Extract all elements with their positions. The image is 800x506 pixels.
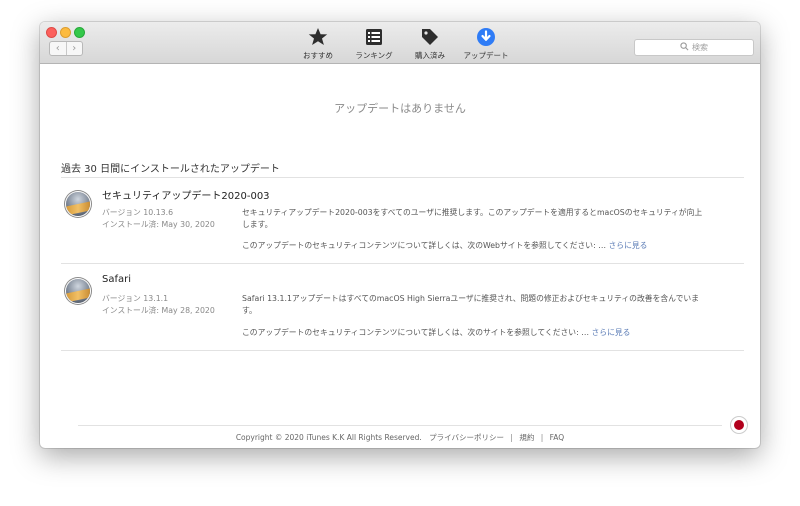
forward-button[interactable]: › — [65, 42, 83, 55]
toolbar-tabs: おすすめ ランキング 購入済み アップデート — [290, 27, 514, 61]
footer-separator: | — [540, 433, 544, 442]
copyright-text: Copyright © 2020 iTunes K.K All Rights R… — [235, 433, 422, 442]
tab-ranking[interactable]: ランキング — [346, 27, 402, 61]
tag-icon — [420, 27, 440, 47]
zoom-window-button[interactable] — [74, 27, 85, 38]
update-installed-date: インストール済: May 28, 2020 — [102, 306, 215, 315]
update-description: Safari 13.1.1アップデートはすべてのmacOS High Sierr… — [242, 294, 699, 315]
divider — [61, 177, 744, 178]
divider — [61, 350, 744, 351]
search-field[interactable]: 検索 — [634, 39, 754, 56]
update-version: バージョン 10.13.6 — [102, 208, 174, 217]
minimize-window-button[interactable] — [60, 27, 71, 38]
update-more-info: このアップデートのセキュリティコンテンツについて詳しくは、次のWebサイトを参照… — [242, 240, 647, 251]
no-updates-message: アップデートはありません — [334, 102, 466, 115]
tab-label: おすすめ — [303, 51, 333, 60]
safari-app-icon — [66, 279, 90, 303]
back-button[interactable]: ‹ — [50, 42, 66, 55]
tab-purchased[interactable]: 購入済み — [402, 27, 458, 61]
update-installed-date: インストール済: May 30, 2020 — [102, 220, 215, 229]
toolbar: ‹ › おすすめ ランキング 購入済み アップデート 検索 — [40, 22, 760, 64]
tab-label: 購入済み — [415, 51, 445, 60]
download-icon — [476, 27, 496, 47]
section-title: 過去 30 日間にインストールされたアップデート — [61, 164, 280, 175]
tab-label: ランキング — [355, 51, 393, 60]
star-icon — [308, 27, 328, 47]
more-link[interactable]: さらに見る — [608, 241, 647, 250]
search-placeholder: 検索 — [692, 43, 708, 52]
list-icon — [365, 27, 383, 47]
update-title[interactable]: セキュリティアップデート2020-003 — [102, 187, 270, 202]
country-flag-button[interactable] — [731, 417, 747, 433]
close-window-button[interactable] — [46, 27, 57, 38]
update-description: セキュリティアップデート2020-003をすべてのユーザに推奨します。このアップ… — [242, 208, 703, 229]
more-link[interactable]: さらに見る — [591, 328, 630, 337]
app-store-window: ‹ › おすすめ ランキング 購入済み アップデート 検索 アップデートはありま… — [40, 22, 760, 448]
tab-label: アップデート — [463, 51, 509, 60]
footer-separator: | — [510, 433, 513, 442]
update-title[interactable]: Safari — [102, 274, 131, 285]
footer-divider — [78, 425, 722, 426]
privacy-policy-link[interactable]: プライバシーポリシー — [429, 433, 504, 442]
search-icon — [680, 42, 689, 53]
history-nav: ‹ › — [49, 41, 83, 56]
divider — [61, 263, 744, 264]
japan-flag-icon — [734, 420, 744, 430]
more-info-text: このアップデートのセキュリティコンテンツについて詳しくは、次のWebサイトを参照… — [242, 241, 606, 250]
tab-featured[interactable]: おすすめ — [290, 27, 346, 61]
update-version: バージョン 13.1.1 — [102, 294, 169, 303]
footer: Copyright © 2020 iTunes K.K All Rights R… — [40, 432, 760, 443]
update-more-info: このアップデートのセキュリティコンテンツについて詳しくは、次のサイトを参照してく… — [242, 327, 630, 338]
tab-updates[interactable]: アップデート — [458, 27, 514, 61]
terms-link[interactable]: 規約 — [519, 433, 534, 442]
macos-app-icon — [66, 192, 90, 216]
faq-link[interactable]: FAQ — [550, 433, 565, 442]
more-info-text: このアップデートのセキュリティコンテンツについて詳しくは、次のサイトを参照してく… — [242, 328, 589, 337]
